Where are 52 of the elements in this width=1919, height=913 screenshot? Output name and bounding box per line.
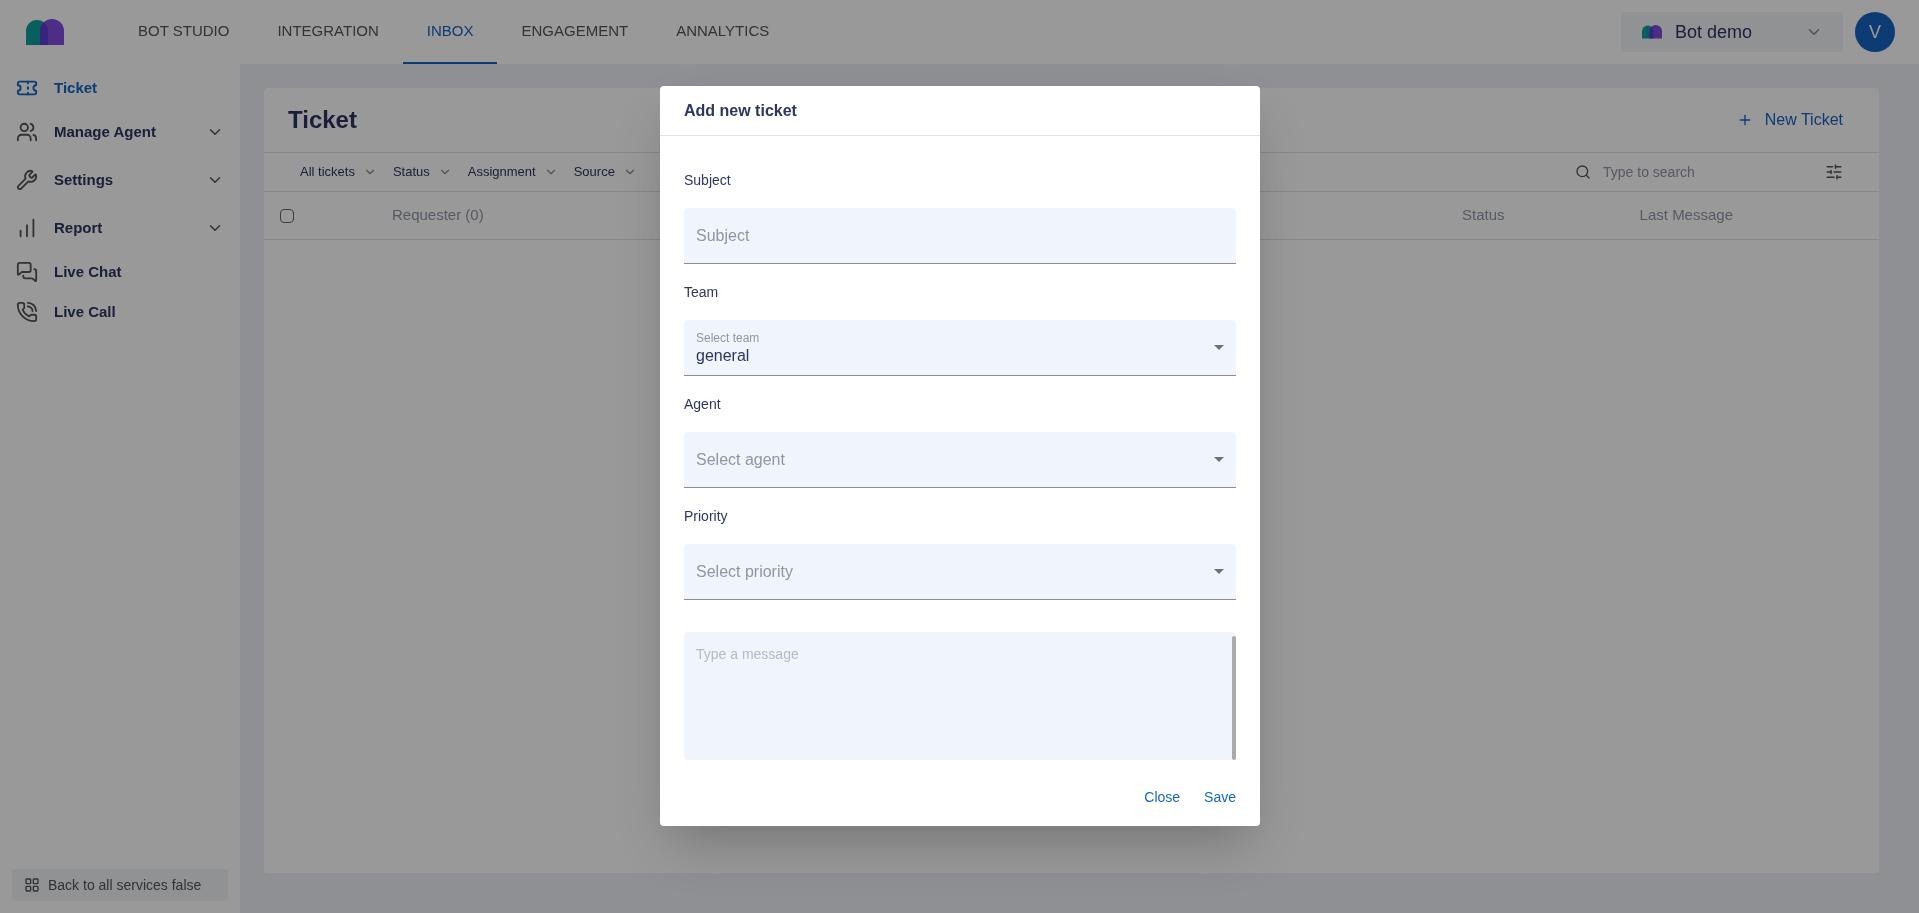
message-textarea[interactable]: Type a message [684, 632, 1236, 760]
subject-input[interactable]: Subject [684, 208, 1236, 264]
select-value: general [696, 345, 751, 366]
select-all-checkbox[interactable] [280, 208, 294, 223]
sidebar-item[interactable]: Report [0, 204, 240, 252]
logo-icon [24, 19, 66, 45]
select-placeholder: Select priority [696, 561, 793, 582]
nav-tab[interactable]: ENGAGEMENT [497, 0, 653, 64]
select-placeholder: Select agent [696, 449, 785, 470]
field-label: Agent [684, 395, 721, 414]
dialog-button[interactable]: Close [1136, 783, 1189, 811]
scrollbar[interactable] [1232, 636, 1236, 760]
caret-icon [1214, 569, 1224, 574]
workspace-selector[interactable]: Bot demo [1621, 12, 1843, 52]
people-icon [16, 121, 38, 143]
caret-icon [1214, 457, 1224, 462]
filter-dropdown[interactable]: All tickets [300, 162, 377, 182]
logo-icon [1641, 25, 1663, 39]
nav-tab[interactable]: ANNALYTICS [652, 0, 794, 64]
dialog-button[interactable]: Save [1196, 783, 1244, 811]
floating-label: Select team [696, 329, 760, 346]
column-header: Last Message [1639, 205, 1733, 226]
caret-icon [1214, 345, 1224, 350]
nav-tab[interactable]: INBOX [402, 0, 498, 64]
nav-tab[interactable]: BOT STUDIO [114, 0, 254, 64]
sidebar-item[interactable]: Live Chat [0, 252, 240, 292]
grid-icon [24, 877, 40, 893]
user-avatar[interactable]: V [1855, 12, 1895, 52]
sidebar-item[interactable]: Manage Agent [0, 108, 240, 156]
column-header: Requester (0) [392, 205, 484, 226]
column-header: Status [1462, 205, 1505, 226]
phone-icon [16, 301, 38, 323]
new-ticket-button[interactable]: New Ticket [1724, 104, 1855, 136]
field-label: Subject [684, 171, 731, 190]
select-field[interactable]: Select team general [684, 320, 1236, 376]
search-icon [1575, 164, 1591, 180]
page-title: Ticket [288, 105, 357, 135]
search-field[interactable]: Type to search [1603, 162, 1763, 182]
filter-dropdown[interactable]: Source [573, 162, 637, 182]
wrench-icon [16, 169, 38, 191]
filter-dropdown[interactable]: Assignment [467, 162, 558, 182]
filter-dropdown[interactable]: Status [392, 162, 452, 182]
sidebar-item[interactable]: Settings [0, 156, 240, 204]
field-label: Team [684, 283, 719, 302]
sidebar-item[interactable]: Ticket [0, 68, 240, 108]
dialog-title: Add new ticket [684, 100, 797, 121]
nav-tab[interactable]: INTEGRATION [253, 0, 403, 64]
chat-icon [16, 261, 38, 283]
field-label: Priority [684, 507, 728, 526]
back-button[interactable]: Back to all services false [12, 869, 228, 901]
sidebar-item[interactable]: Live Call [0, 292, 240, 332]
filter-settings-icon[interactable] [1825, 163, 1843, 181]
